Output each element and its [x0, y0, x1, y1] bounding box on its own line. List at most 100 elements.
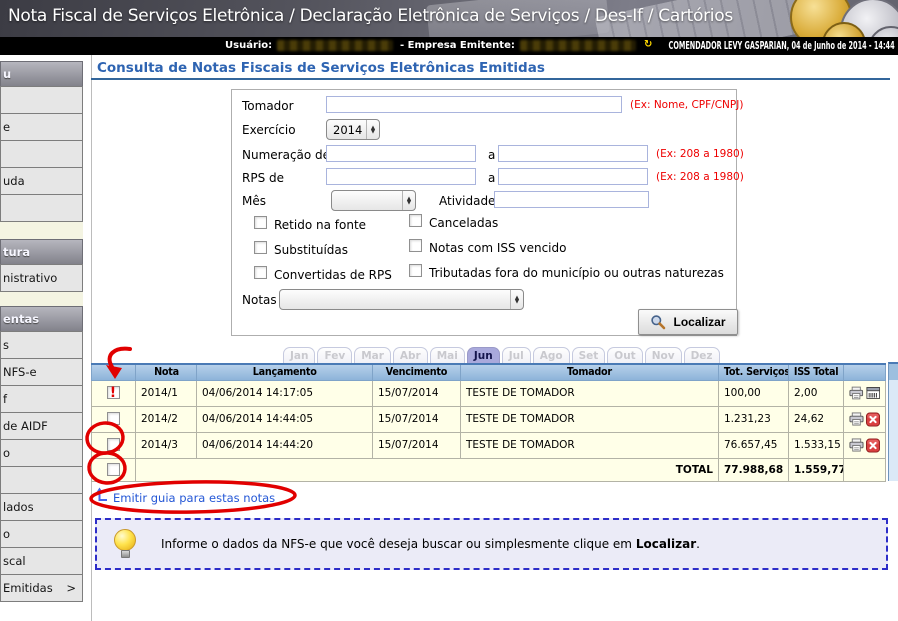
tab-jul[interactable]: Jul	[502, 347, 531, 363]
select-all-checkbox[interactable]	[107, 463, 120, 476]
tab-mar[interactable]: Mar	[354, 347, 391, 363]
table-header-row: Nota Lançamento Vencimento Tomador Tot. …	[92, 364, 886, 380]
row3-iss-total: 1.533,15	[789, 432, 844, 458]
row2-vencimento: 15/07/2014	[373, 406, 461, 432]
row2-checkbox[interactable]	[107, 412, 120, 425]
sidebar-item-aidf[interactable]: de AIDF	[0, 412, 83, 440]
emitir-guia-link[interactable]: Emitir guia para estas notas	[95, 487, 275, 505]
sidebar-item[interactable]	[0, 194, 83, 222]
mes-label: Mês	[242, 194, 266, 208]
row1-nota: 2014/1	[136, 380, 197, 406]
header-tot-servicos: Tot. Serviços	[719, 364, 789, 380]
title-divider	[91, 78, 890, 80]
header-iss-total: ISS Total	[789, 364, 844, 380]
tab-dez[interactable]: Dez	[684, 347, 720, 363]
iss-vencido-checkbox[interactable]	[409, 239, 422, 252]
substituidas-checkbox[interactable]	[254, 241, 267, 254]
arrow-up-icon	[95, 487, 109, 502]
numeracao-a-input[interactable]	[498, 145, 648, 162]
tab-ago[interactable]: Ago	[533, 347, 570, 363]
print-icon[interactable]	[849, 386, 864, 400]
sidebar-item[interactable]: e	[0, 113, 83, 141]
sidebar-item[interactable]: s	[0, 331, 83, 359]
lightbulb-icon	[113, 529, 139, 559]
row1-iss-total: 2,00	[789, 380, 844, 406]
notas-label: Notas	[242, 293, 277, 307]
sidebar-item[interactable]	[0, 466, 83, 494]
row1-tomador: TESTE DE TOMADOR	[461, 380, 719, 406]
sidebar-gap	[0, 222, 83, 240]
canceladas-label: Canceladas	[429, 216, 498, 230]
sidebar-item-administrativo[interactable]: nistrativo	[0, 264, 83, 292]
guia-icon[interactable]	[866, 386, 881, 400]
substituidas-label: Substituídas	[274, 243, 348, 257]
sidebar-item-nfse[interactable]: NFS-e	[0, 358, 83, 386]
exercicio-select[interactable]: 2014 ▲▼	[326, 119, 380, 140]
sidebar-item[interactable]: o	[0, 520, 83, 548]
retido-label: Retido na fonte	[274, 218, 366, 232]
tab-out[interactable]: Out	[607, 347, 642, 363]
convertidas-label: Convertidas de RPS	[274, 268, 392, 282]
tab-jan[interactable]: Jan	[283, 347, 315, 363]
atividade-input[interactable]	[494, 191, 649, 208]
rps-a-label: a	[488, 171, 495, 185]
emitente-value-censored	[520, 40, 636, 51]
stepper-icon: ▲▼	[510, 290, 523, 309]
tab-abr[interactable]: Abr	[393, 347, 428, 363]
nfse-app-window: Nota Fiscal de Serviços Eletrônica / Dec…	[0, 0, 898, 621]
sidebar-item[interactable]: lados	[0, 493, 83, 521]
stepper-icon: ▲▼	[366, 120, 379, 139]
submenu-arrow-icon: >	[66, 575, 76, 601]
rps-label: RPS de	[242, 171, 284, 185]
sidebar-header-menu: u	[0, 61, 83, 87]
row2-nota: 2014/2	[136, 406, 197, 432]
retido-checkbox[interactable]	[254, 216, 267, 229]
tab-jun-selected[interactable]: Jun	[467, 347, 500, 363]
info-box: Informe o dados da NFS-e que você deseja…	[95, 518, 888, 570]
canceladas-checkbox[interactable]	[409, 214, 422, 227]
localizar-button[interactable]: Localizar	[638, 309, 738, 335]
banner-title: Nota Fiscal de Serviços Eletrônica / Dec…	[8, 6, 733, 26]
sidebar-item[interactable]: f	[0, 385, 83, 413]
month-tabs: Jan Fev Mar Abr Mai Jun Jul Ago Set Out …	[283, 346, 722, 363]
iss-vencido-label: Notas com ISS vencido	[429, 241, 566, 255]
tab-mai[interactable]: Mai	[430, 347, 465, 363]
rps-de-input[interactable]	[326, 168, 476, 185]
status-bar: Usuário: - Empresa Emitente: ↻ COMENDADO…	[0, 37, 898, 55]
row1-lancamento: 04/06/2014 14:17:05	[197, 380, 373, 406]
sidebar-item[interactable]: o	[0, 439, 83, 467]
sidebar-item-emitidas[interactable]: Emitidas >	[0, 574, 83, 602]
cancel-icon[interactable]	[866, 438, 880, 453]
location-datetime: COMENDADOR LEVY GASPARIAN, 04 de Junho d…	[669, 40, 895, 52]
sidebar-item[interactable]	[0, 140, 83, 168]
total-iss-value: 1.559,77	[789, 458, 844, 481]
exercicio-label: Exercício	[242, 123, 296, 137]
row3-checkbox[interactable]	[107, 438, 120, 451]
exercicio-value: 2014	[327, 123, 366, 137]
tab-set[interactable]: Set	[572, 347, 606, 363]
sidebar-item-ajuda[interactable]: uda	[0, 167, 83, 195]
cancel-icon[interactable]	[866, 412, 880, 427]
total-servicos-value: 77.988,68	[719, 458, 789, 481]
row1-checkbox[interactable]	[107, 386, 120, 399]
tomador-input[interactable]	[326, 96, 622, 113]
convertidas-checkbox[interactable]	[254, 266, 267, 279]
tab-nov[interactable]: Nov	[645, 347, 682, 363]
row2-iss-total: 24,62	[789, 406, 844, 432]
header-nota: Nota	[136, 364, 197, 380]
print-icon[interactable]	[849, 438, 864, 452]
tab-fev[interactable]: Fev	[317, 347, 352, 363]
tributadas-checkbox[interactable]	[409, 264, 422, 277]
tributadas-label: Tributadas fora do município ou outras n…	[429, 266, 724, 280]
notas-select[interactable]: ▲▼	[279, 289, 524, 310]
rps-a-input[interactable]	[498, 168, 648, 185]
table-row: 2014/1 04/06/2014 14:17:05 15/07/2014 TE…	[92, 380, 886, 406]
print-icon[interactable]	[849, 412, 864, 426]
sidebar-item[interactable]	[0, 86, 83, 114]
row1-tot-servicos: 100,00	[719, 380, 789, 406]
refresh-icon[interactable]: ↻	[644, 39, 652, 50]
sidebar-item-fiscal[interactable]: scal	[0, 547, 83, 575]
numeracao-de-input[interactable]	[326, 145, 476, 162]
header-vencimento: Vencimento	[373, 364, 461, 380]
mes-select[interactable]: ▲▼	[331, 190, 416, 211]
